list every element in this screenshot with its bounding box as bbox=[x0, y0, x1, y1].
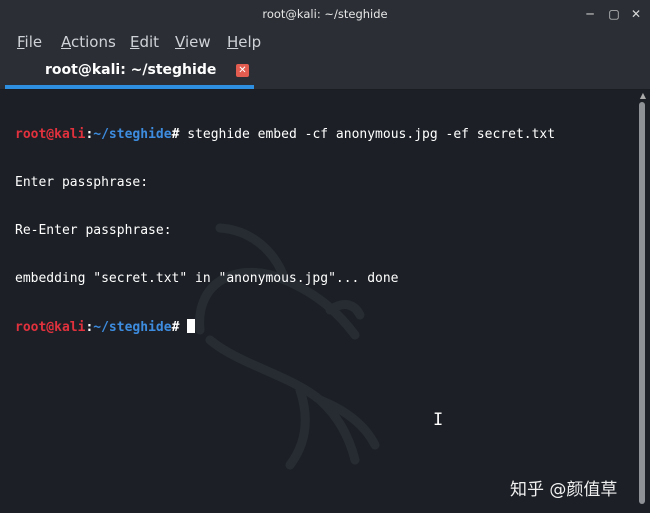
menu-actions-mnemonic: A bbox=[61, 33, 71, 51]
menu-view-mnemonic: V bbox=[175, 33, 185, 51]
menu-file[interactable]: File bbox=[17, 28, 42, 56]
menu-help[interactable]: Help bbox=[227, 28, 261, 56]
tab-label: root@kali: ~/steghide bbox=[45, 62, 217, 78]
scrollbar-thumb[interactable] bbox=[639, 102, 645, 504]
maximize-icon[interactable]: ▢ bbox=[606, 6, 622, 22]
command-text: steghide embed -cf anonymous.jpg -ef sec… bbox=[187, 127, 556, 142]
menu-edit-rest: dit bbox=[139, 33, 160, 51]
window-title: root@kali: ~/steghide bbox=[262, 7, 388, 21]
terminal-line-4: embedding "secret.txt" in "anonymous.jpg… bbox=[15, 271, 399, 286]
terminal-line-5: root@kali:~/steghide# bbox=[15, 319, 555, 335]
terminal-line-2: Enter passphrase: bbox=[15, 175, 149, 190]
menu-file-rest: ile bbox=[24, 33, 43, 51]
watermark: 知乎 @颜值草 bbox=[510, 480, 618, 500]
prompt-user: root@kali bbox=[15, 320, 86, 335]
menu-bar: File Actions Edit View Help bbox=[0, 28, 650, 56]
menu-view[interactable]: View bbox=[175, 28, 211, 56]
minimize-icon[interactable]: ─ bbox=[582, 6, 598, 22]
tab-close-icon[interactable]: ✕ bbox=[236, 64, 249, 77]
text-cursor bbox=[187, 319, 196, 333]
scroll-up-icon[interactable]: ▲ bbox=[637, 91, 649, 101]
terminal-line-3: Re-Enter passphrase: bbox=[15, 223, 172, 238]
prompt-path: ~/steghide bbox=[93, 127, 172, 142]
menu-actions[interactable]: Actions bbox=[61, 28, 116, 56]
menu-help-rest: elp bbox=[238, 33, 262, 51]
menu-file-mnemonic: F bbox=[17, 33, 25, 51]
close-icon[interactable]: ✕ bbox=[628, 6, 644, 22]
title-bar[interactable]: root@kali: ~/steghide ─ ▢ ✕ bbox=[0, 0, 650, 29]
menu-help-mnemonic: H bbox=[227, 33, 239, 51]
prompt-user: root@kali bbox=[15, 127, 86, 142]
terminal-area[interactable]: root@kali:~/steghide# steghide embed -cf… bbox=[0, 90, 636, 513]
prompt-path: ~/steghide bbox=[93, 320, 172, 335]
terminal-window: root@kali: ~/steghide ─ ▢ ✕ File Actions… bbox=[0, 0, 650, 513]
terminal-output: root@kali:~/steghide# steghide embed -cf… bbox=[15, 95, 555, 367]
vertical-scrollbar[interactable]: ▲ bbox=[636, 90, 650, 513]
prompt-symbol: # bbox=[171, 127, 188, 142]
menu-view-rest: iew bbox=[184, 33, 211, 51]
tab-active-indicator bbox=[5, 85, 254, 89]
menu-actions-rest: ctions bbox=[71, 33, 116, 51]
menu-edit[interactable]: Edit bbox=[130, 28, 159, 56]
prompt-symbol: # bbox=[171, 320, 188, 335]
terminal-line-1: root@kali:~/steghide# steghide embed -cf… bbox=[15, 127, 555, 143]
tab-bar: root@kali: ~/steghide ✕ bbox=[0, 56, 650, 90]
ibeam-cursor-icon: I bbox=[433, 410, 444, 430]
